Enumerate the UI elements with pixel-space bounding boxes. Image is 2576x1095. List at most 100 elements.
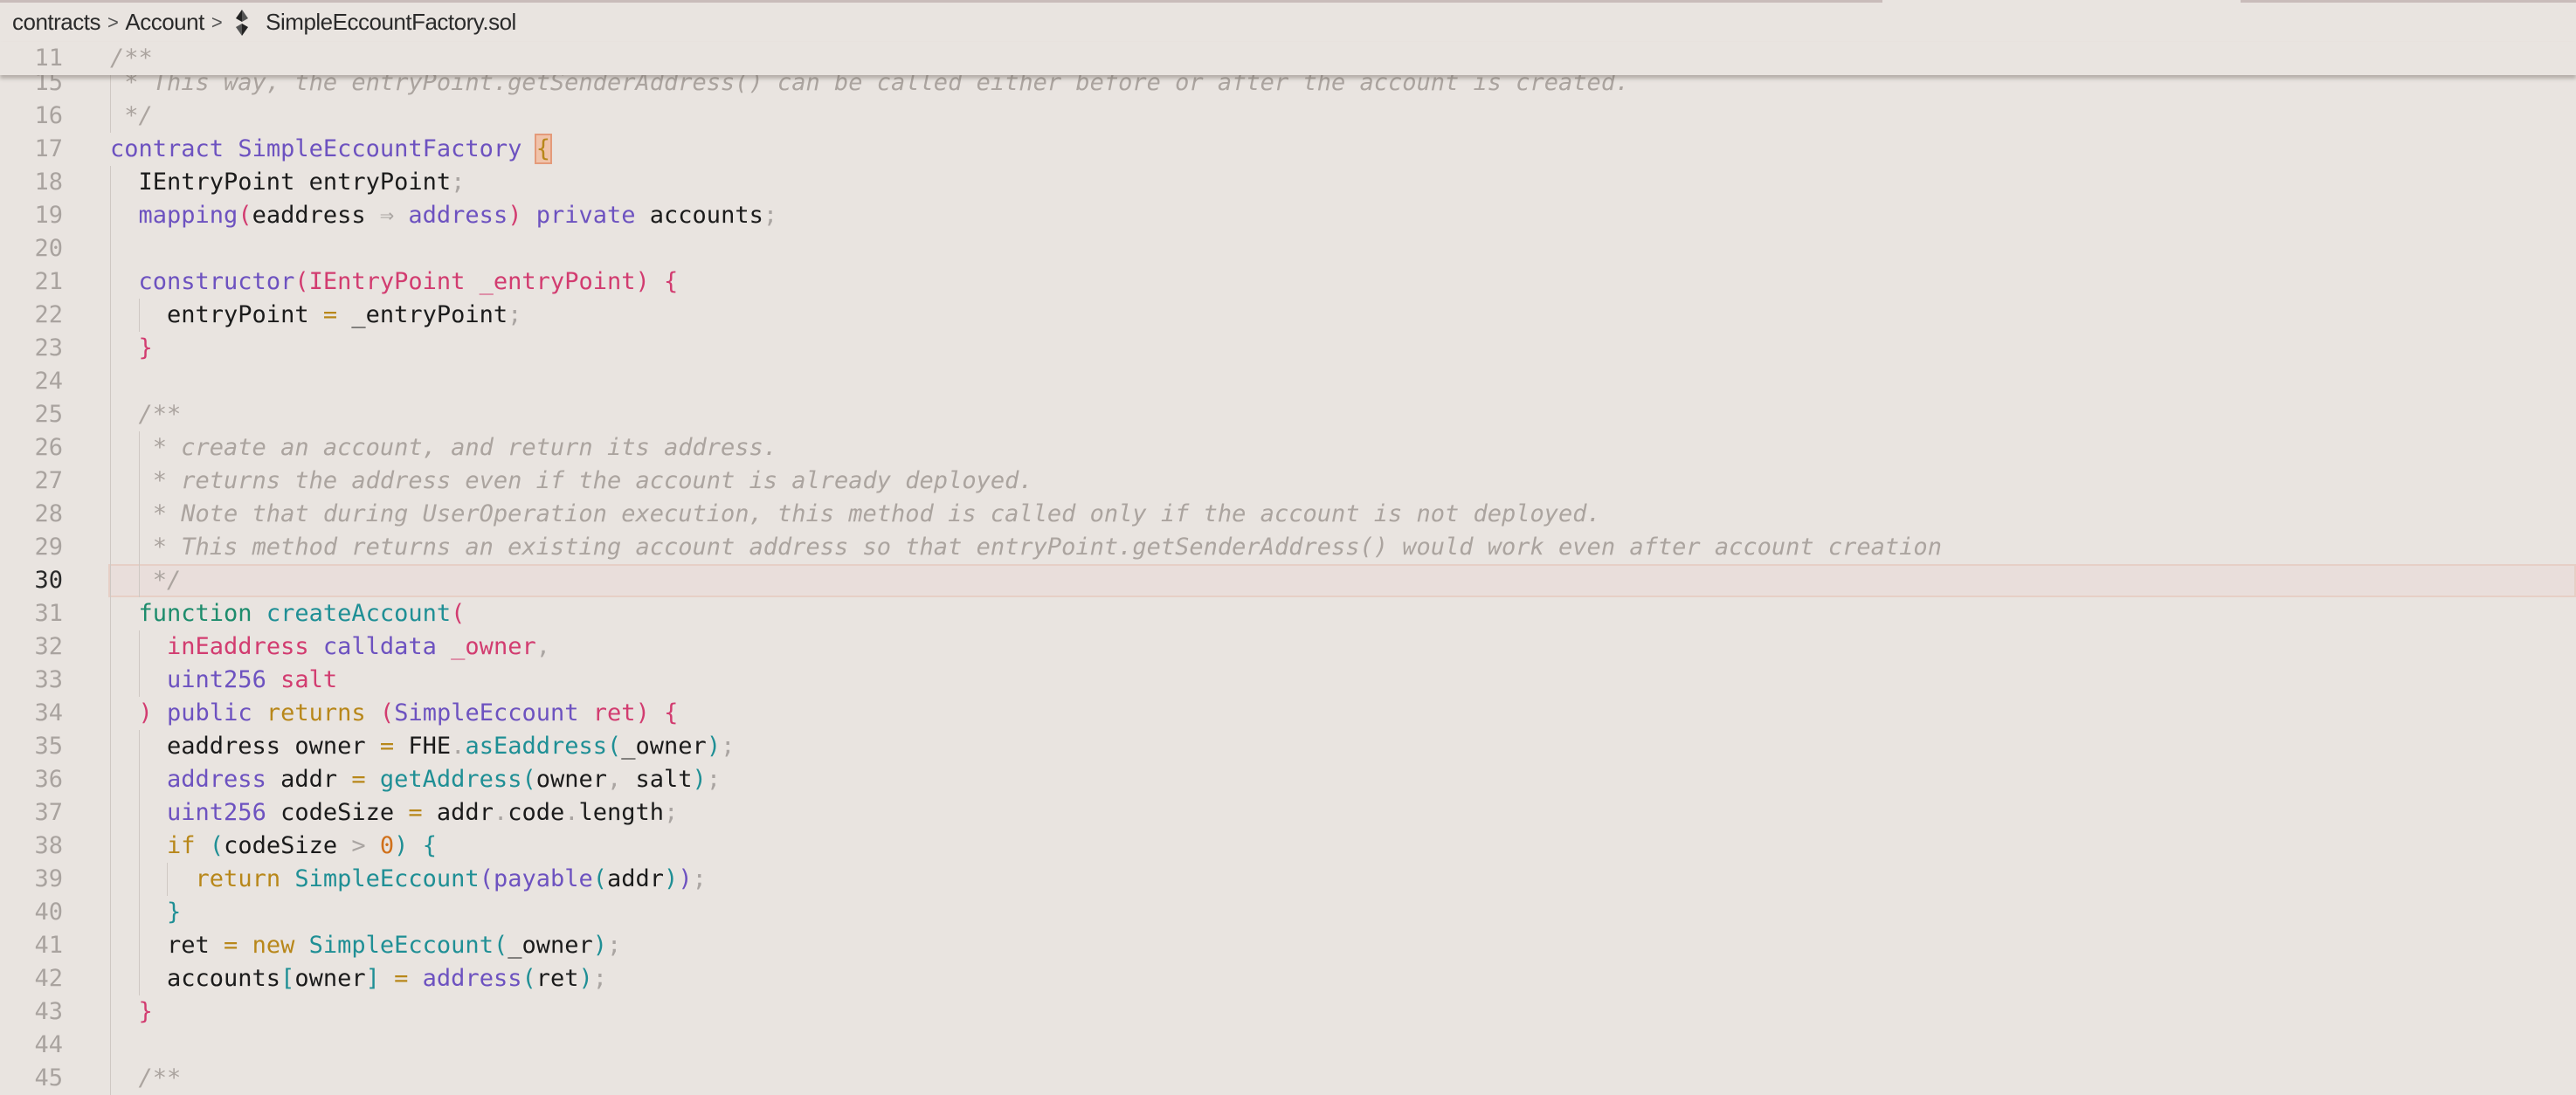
code-line[interactable]: 24 [0, 365, 2576, 398]
code-token: ; [451, 169, 466, 196]
code-token: = [308, 301, 352, 328]
code-token: returns [266, 699, 366, 727]
code-text: IEntryPoint entryPoint; [110, 166, 466, 199]
code-token: return [195, 865, 281, 892]
code-line[interactable]: 43 } [0, 995, 2576, 1029]
code-token: address [167, 766, 266, 793]
code-token: * returns the address even if the accoun… [110, 467, 1033, 494]
line-number: 37 [34, 799, 63, 826]
code-line[interactable]: 40 } [0, 896, 2576, 929]
line-number: 19 [34, 202, 63, 229]
code-token: { [664, 699, 679, 727]
code-token: function [138, 600, 252, 627]
indent-guide [110, 1029, 111, 1062]
code-token: ; [664, 799, 679, 826]
code-line[interactable]: 33 uint256 salt [0, 664, 2576, 697]
line-number: 43 [34, 998, 63, 1025]
line-number: 42 [34, 965, 63, 992]
code-line[interactable]: 23 } [0, 332, 2576, 365]
code-line[interactable]: 20 [0, 232, 2576, 265]
code-line[interactable]: 29 * This method returns an existing acc… [0, 531, 2576, 564]
line-number: 40 [34, 899, 63, 926]
code-line[interactable]: 38 if (codeSize > 0) { [0, 830, 2576, 863]
code-line[interactable]: 21 constructor(IEntryPoint _entryPoint) … [0, 265, 2576, 299]
code-line[interactable]: 31 function createAccount( [0, 597, 2576, 630]
code-line[interactable]: 17 contract SimpleEccountFactory { [0, 133, 2576, 166]
code-token: } [138, 334, 153, 362]
code-text: * This method returns an existing accoun… [110, 531, 1942, 564]
code-token: ) [508, 202, 522, 229]
code-token: ( [294, 268, 309, 295]
code-token: uint256 [167, 799, 266, 826]
code-token: = [337, 766, 380, 793]
code-line[interactable]: 39 return SimpleEccount(payable(addr)); [0, 863, 2576, 896]
code-token: , [607, 766, 636, 793]
code-token: ( [521, 965, 536, 992]
window-top-gap [1882, 0, 2241, 3]
code-token: SimpleEccount [308, 932, 494, 959]
code-token: _owner [621, 733, 707, 760]
code-line[interactable]: 11 /** [0, 42, 2576, 75]
code-line[interactable]: 44 [0, 1029, 2576, 1062]
breadcrumb-item-contracts[interactable]: contracts [12, 9, 101, 36]
code-token: ( [209, 832, 224, 859]
code-line[interactable]: 28 * Note that during UserOperation exec… [0, 498, 2576, 531]
code-token: new [252, 932, 295, 959]
code-token: SimpleEccountFactory [238, 135, 522, 162]
code-text: if (codeSize > 0) { [110, 830, 437, 863]
sticky-scroll-header[interactable]: 11 /** [0, 42, 2576, 75]
breadcrumb-item-account[interactable]: Account [125, 9, 204, 36]
code-line[interactable]: 26 * create an account, and return its a… [0, 431, 2576, 465]
code-line[interactable]: 30 */ [0, 564, 2576, 597]
code-token: SimpleEccount [394, 699, 579, 727]
code-line[interactable]: 25 /** [0, 398, 2576, 431]
chevron-right-icon: > [107, 10, 119, 33]
code-token: , [535, 633, 550, 660]
code-line[interactable]: 37 uint256 codeSize = addr.code.length; [0, 796, 2576, 830]
current-line-highlight [108, 564, 2576, 597]
code-token: /** [110, 401, 182, 428]
breadcrumb-file[interactable]: SimpleEccountFactory.sol [266, 9, 516, 36]
code-token: ret [110, 932, 210, 959]
code-token: . [451, 733, 466, 760]
code-token: salt [635, 766, 693, 793]
code-token: = [365, 733, 409, 760]
code-line[interactable]: 34 ) public returns (SimpleEccount ret) … [0, 697, 2576, 730]
code-line[interactable]: 32 inEaddress calldata _owner, [0, 630, 2576, 664]
code-token: SimpleEccount [294, 865, 480, 892]
code-line[interactable]: 41 ret = new SimpleEccount(_owner); [0, 929, 2576, 962]
code-line[interactable]: 18 IEntryPoint entryPoint; [0, 166, 2576, 199]
code-token: ret [592, 699, 636, 727]
code-token: */ [110, 567, 182, 594]
code-token: ( [238, 202, 252, 229]
code-token: ; [607, 932, 622, 959]
code-token: ) [578, 965, 593, 992]
code-token: createAccount [266, 600, 452, 627]
code-token: ) [592, 932, 608, 959]
code-token: . [564, 799, 579, 826]
code-token: */ [110, 102, 153, 129]
code-line[interactable]: 45 /** [0, 1062, 2576, 1095]
code-line[interactable]: 22 entryPoint = _entryPoint; [0, 299, 2576, 332]
code-line[interactable]: 35 eaddress owner = FHE.asEaddress(_owne… [0, 730, 2576, 763]
code-text: address addr = getAddress(owner, salt); [110, 763, 721, 796]
chevron-right-icon: > [211, 10, 223, 33]
code-line[interactable]: 19 mapping(eaddress ⇒ address) private a… [0, 199, 2576, 232]
code-token: constructor [138, 268, 295, 295]
code-line[interactable]: 16 */ [0, 100, 2576, 133]
code-line[interactable]: 27 * returns the address even if the acc… [0, 465, 2576, 498]
code-line[interactable]: 36 address addr = getAddress(owner, salt… [0, 763, 2576, 796]
code-token: { [534, 134, 552, 164]
code-text: * Note that during UserOperation executi… [110, 498, 1601, 531]
code-token: calldata [322, 633, 437, 660]
line-number: 18 [34, 169, 63, 196]
code-editor[interactable]: 15 * This way, the entryPoint.getSenderA… [0, 66, 2576, 1095]
code-token: 0 [379, 832, 395, 859]
code-token: } [138, 998, 153, 1025]
code-line[interactable]: 42 accounts[owner] = address(ret); [0, 962, 2576, 995]
